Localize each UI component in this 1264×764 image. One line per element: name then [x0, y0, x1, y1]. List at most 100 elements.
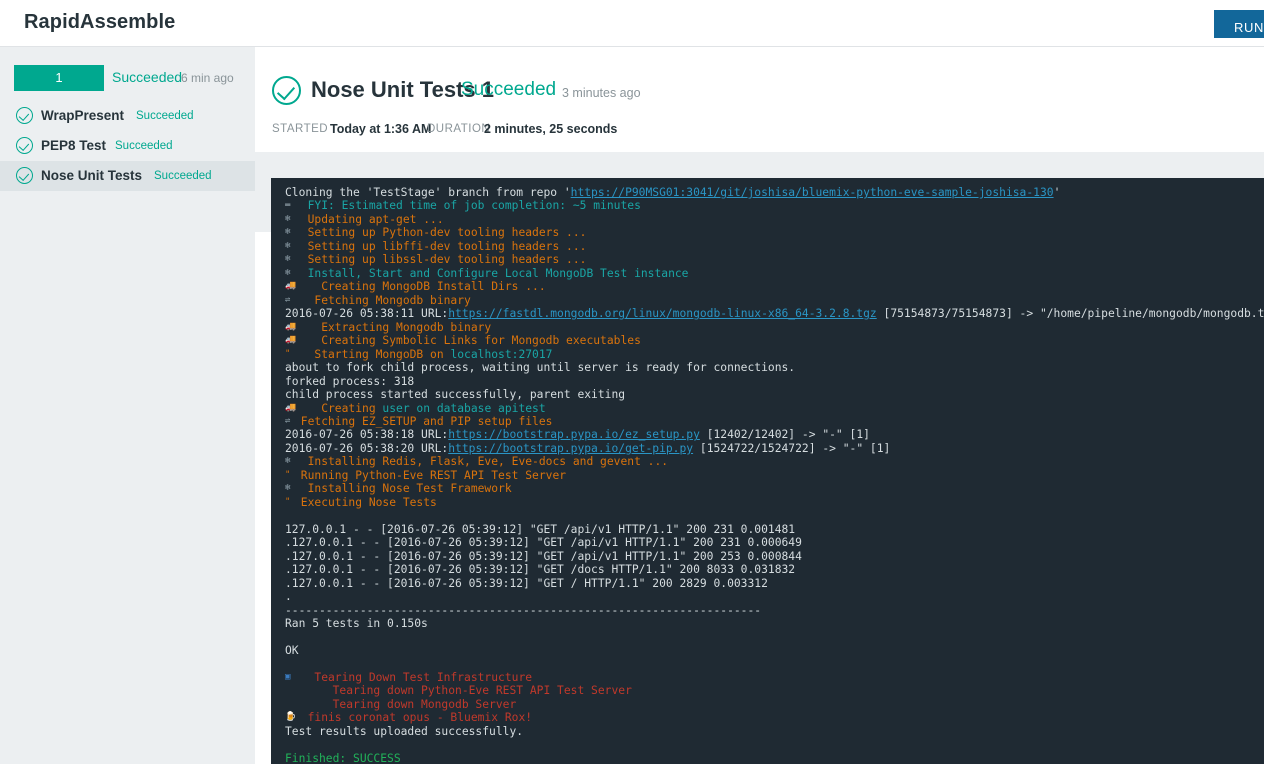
stage-timestamp: 6 min ago — [181, 71, 234, 85]
log-line: .127.0.0.1 - - [2016-07-26 05:39:12] "GE… — [285, 563, 1264, 576]
log-line: " Executing Nose Tests — [285, 496, 1264, 509]
log-line: ❄ Setting up libffi-dev tooling headers … — [285, 240, 1264, 253]
top-bar: RapidAssemble RUN — [0, 0, 1264, 47]
log-bullet-icon: ▣ — [285, 671, 291, 682]
log-text-suffix: [12402/12402] -> "-" [1] — [699, 428, 870, 442]
log-text: Executing Nose Tests — [294, 495, 437, 509]
log-bullet-icon: ❄ — [285, 227, 291, 238]
log-text: ----------------------------------------… — [285, 603, 762, 617]
log-line: Ran 5 tests in 0.150s — [285, 617, 1264, 630]
detail-header: Nose Unit Tests 1 Succeeded 3 minutes ag… — [255, 47, 1264, 152]
log-text: 2016-07-26 05:38:18 URL: — [285, 428, 449, 442]
log-line: 🚚 Creating Symbolic Links for Mongodb ex… — [285, 334, 1264, 347]
log-line: child process started successfully, pare… — [285, 388, 1264, 401]
log-bullet-icon: ⇌ — [285, 294, 291, 305]
stage-status: Succeeded — [112, 69, 183, 85]
log-text: Tearing Down Test Infrastructure — [294, 670, 533, 684]
sidebar-item-nose-unit-tests[interactable]: Nose Unit Tests Succeeded — [0, 161, 258, 191]
log-text: Test results uploaded successfully. — [285, 724, 524, 738]
log-text: Updating apt-get ... — [294, 212, 444, 226]
log-bullet-icon: 🚚 — [285, 281, 297, 292]
log-line: ❄ Setting up Python-dev tooling headers … — [285, 226, 1264, 239]
log-text: Setting up Python-dev tooling headers ..… — [294, 226, 587, 240]
stage-number-badge[interactable]: 1 — [14, 65, 104, 91]
log-text: .127.0.0.1 - - [2016-07-26 05:39:12] "GE… — [285, 563, 796, 577]
log-link[interactable]: https://bootstrap.pypa.io/get-pip.py — [448, 442, 693, 455]
log-text: FYI: Estimated time of job completion: ~… — [294, 199, 641, 213]
log-text: Creating MongoDB Install Dirs ... — [294, 280, 546, 294]
log-bullet-icon: 🚚 — [285, 321, 297, 332]
log-bullet-icon: 🍺 — [285, 712, 297, 723]
log-line: Tearing down Mongodb Server — [285, 698, 1264, 711]
log-text: forked process: 318 — [285, 374, 415, 388]
log-text: about to fork child process, waiting unt… — [285, 361, 796, 375]
log-line: ▣ Tearing Down Test Infrastructure — [285, 671, 1264, 684]
log-line: ❄ Install, Start and Configure Local Mon… — [285, 267, 1264, 280]
sidebar-item-pep8-test[interactable]: PEP8 Test Succeeded — [0, 131, 255, 161]
sidebar-item-status: Succeeded — [154, 170, 212, 182]
log-line: 2016-07-26 05:38:18 URL:https://bootstra… — [285, 428, 1264, 441]
log-bullet-icon: ❄ — [285, 456, 291, 467]
log-line: OK — [285, 644, 1264, 657]
log-text: 127.0.0.1 - - [2016-07-26 05:39:12] "GET… — [285, 522, 796, 536]
sidebar-item-status: Succeeded — [136, 110, 194, 122]
sidebar: 1 Succeeded 6 min ago WrapPresent Succeed… — [0, 47, 258, 764]
main-panel: Nose Unit Tests 1 Succeeded 3 minutes ag… — [255, 47, 1264, 764]
sidebar-item-wrappresent[interactable]: WrapPresent Succeeded — [0, 101, 255, 131]
log-bullet-icon: ❄ — [285, 483, 291, 494]
log-text: finis coronat opus - Bluemix Rox! — [294, 711, 533, 725]
log-bullet-icon: " — [285, 348, 291, 359]
app-brand: RapidAssemble — [24, 11, 176, 33]
log-text: Setting up libssl-dev tooling headers ..… — [294, 253, 587, 267]
log-line: 2016-07-26 05:38:20 URL:https://bootstra… — [285, 442, 1264, 455]
log-line: forked process: 318 — [285, 375, 1264, 388]
detail-status: Succeeded — [461, 79, 557, 100]
log-line: ❄ Setting up libssl-dev tooling headers … — [285, 253, 1264, 266]
run-button[interactable]: RUN — [1214, 10, 1264, 38]
log-bullet-icon: ▬ — [285, 200, 291, 211]
log-text: Cloning the 'TestStage' branch from repo… — [285, 186, 571, 199]
sidebar-item-status: Succeeded — [115, 140, 173, 152]
log-link[interactable]: https://bootstrap.pypa.io/ez_setup.py — [448, 428, 700, 441]
log-console[interactable]: Cloning the 'TestStage' branch from repo… — [271, 178, 1264, 764]
log-text: . — [285, 590, 292, 604]
log-text: Fetching EZ_SETUP and PIP setup files — [294, 414, 553, 428]
log-text: Running Python-Eve REST API Test Server — [294, 468, 567, 482]
log-bullet-icon: ❄ — [285, 240, 291, 251]
log-text: Setting up libffi-dev tooling headers ..… — [294, 239, 587, 253]
log-bullet-icon: ❄ — [285, 213, 291, 224]
log-line: 🚚 Creating MongoDB Install Dirs ... — [285, 280, 1264, 293]
log-line: ⇌ Fetching EZ_SETUP and PIP setup files — [285, 415, 1264, 428]
log-link[interactable]: https://P90MSG01:3041/git/joshisa/bluemi… — [571, 186, 1054, 199]
log-line: ▬ FYI: Estimated time of job completion:… — [285, 199, 1264, 212]
duration-label: DURATION — [427, 123, 491, 135]
sidebar-item-label: Nose Unit Tests — [41, 168, 143, 183]
log-text: child process started successfully, pare… — [285, 388, 626, 402]
log-text: Fetching Mongodb binary — [294, 293, 471, 307]
started-label: STARTED — [272, 123, 329, 135]
log-line: ⇌ Fetching Mongodb binary — [285, 294, 1264, 307]
log-bullet-icon: ❄ — [285, 267, 291, 278]
log-line: ❄ Updating apt-get ... — [285, 213, 1264, 226]
log-bullet-icon: ⇌ — [285, 415, 291, 426]
started-value: Today at 1:36 AM — [330, 122, 432, 136]
log-bullet-icon: 🚚 — [285, 335, 297, 346]
log-text: .127.0.0.1 - - [2016-07-26 05:39:12] "GE… — [285, 576, 768, 590]
log-line: 127.0.0.1 - - [2016-07-26 05:39:12] "GET… — [285, 523, 1264, 536]
log-line: ❄ Installing Nose Test Framework — [285, 482, 1264, 495]
log-link[interactable]: https://fastdl.mongodb.org/linux/mongodb… — [448, 307, 876, 320]
log-line: Finished: SUCCESS — [285, 752, 1264, 764]
log-text: Tearing down Mongodb Server — [285, 697, 517, 711]
duration-value: 2 minutes, 25 seconds — [484, 122, 618, 136]
log-text: Starting MongoDB on — [294, 347, 451, 361]
sidebar-item-label: WrapPresent — [41, 108, 125, 123]
log-text: Extracting Mongodb binary — [294, 320, 492, 334]
log-line: " Starting MongoDB on localhost:27017 — [285, 348, 1264, 361]
log-text: Ran 5 tests in 0.150s — [285, 617, 428, 630]
log-line: Cloning the 'TestStage' branch from repo… — [285, 186, 1264, 199]
log-text-highlight: user on database apitest — [382, 401, 546, 415]
stage-header: 1 Succeeded 6 min ago — [0, 65, 255, 93]
